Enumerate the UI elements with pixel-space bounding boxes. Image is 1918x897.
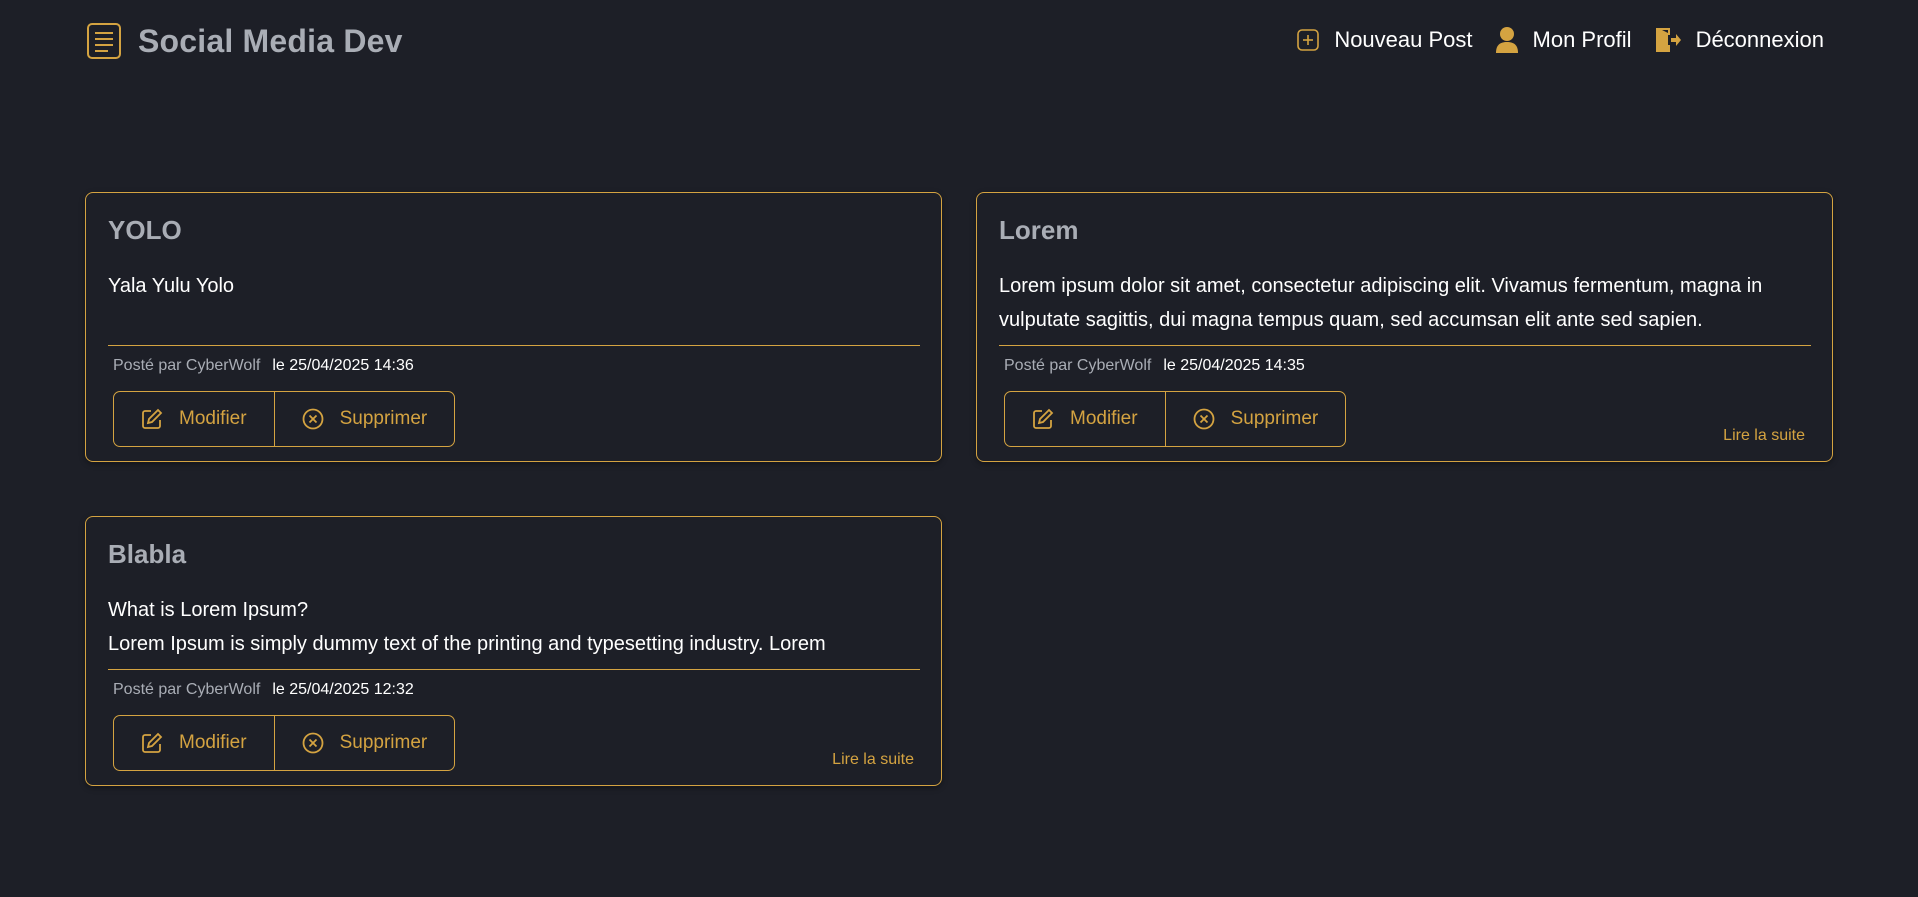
top-bar: Social Media Dev Nouveau Post Mon Profil — [0, 0, 1918, 84]
post-actions: Modifier Supprimer — [113, 715, 456, 771]
post-date: le 25/04/2025 14:35 — [1163, 357, 1305, 374]
post-title: Blabla — [108, 539, 187, 569]
divider — [108, 345, 920, 346]
list-logo-icon — [86, 22, 122, 60]
nav-new-post-label: Nouveau Post — [1334, 27, 1473, 52]
nav-new-post[interactable]: Nouveau Post — [1296, 27, 1473, 53]
user-icon — [1495, 26, 1519, 54]
post-actions: Modifier Supprimer — [1004, 391, 1347, 447]
brand[interactable]: Social Media Dev — [86, 22, 403, 60]
nav-profile-label: Mon Profil — [1532, 27, 1632, 52]
post-meta: Posté par CyberWolf le 25/04/2025 14:36 — [113, 357, 414, 375]
post-card: Blabla What is Lorem Ipsum? Lorem Ipsum … — [85, 516, 942, 786]
delete-button[interactable]: Supprimer — [273, 716, 455, 770]
nav-logout-label: Déconnexion — [1695, 27, 1824, 52]
door-exit-icon — [1654, 26, 1682, 54]
edit-button[interactable]: Modifier — [114, 716, 274, 770]
plus-square-icon — [1296, 28, 1320, 52]
post-title: Lorem — [999, 215, 1079, 245]
edit-button[interactable]: Modifier — [1005, 392, 1165, 446]
brand-name: Social Media Dev — [138, 22, 403, 59]
divider — [999, 345, 1811, 346]
post-meta: Posté par CyberWolf le 25/04/2025 14:35 — [1004, 357, 1305, 375]
post-card: Lorem Lorem ipsum dolor sit amet, consec… — [976, 192, 1833, 462]
nav-logout[interactable]: Déconnexion — [1654, 26, 1824, 54]
edit-icon — [1032, 408, 1054, 430]
post-author: Posté par CyberWolf — [1004, 357, 1152, 374]
delete-button-label: Supprimer — [339, 408, 428, 429]
close-circle-icon — [1193, 408, 1215, 430]
post-meta: Posté par CyberWolf le 25/04/2025 12:32 — [113, 681, 414, 699]
nav-profile[interactable]: Mon Profil — [1495, 26, 1632, 54]
edit-button-label: Modifier — [179, 408, 247, 429]
edit-button[interactable]: Modifier — [114, 392, 274, 446]
delete-button-label: Supprimer — [339, 732, 428, 753]
edit-button-label: Modifier — [1070, 408, 1138, 429]
delete-button[interactable]: Supprimer — [1164, 392, 1346, 446]
post-date: le 25/04/2025 12:32 — [272, 681, 414, 698]
post-card: YOLO Yala Yulu Yolo Posté par CyberWolf … — [85, 192, 942, 462]
post-body: Yala Yulu Yolo — [108, 275, 235, 297]
close-circle-icon — [302, 408, 324, 430]
close-circle-icon — [302, 732, 324, 754]
post-author: Posté par CyberWolf — [113, 357, 261, 374]
edit-icon — [141, 732, 163, 754]
post-date: le 25/04/2025 14:36 — [272, 357, 414, 374]
read-more-link[interactable]: Lire la suite — [832, 751, 914, 769]
read-more-link[interactable]: Lire la suite — [1723, 427, 1805, 445]
post-author: Posté par CyberWolf — [113, 681, 261, 698]
edit-icon — [141, 408, 163, 430]
post-body: What is Lorem Ipsum? Lorem Ipsum is simp… — [108, 599, 826, 655]
main-nav: Nouveau Post Mon Profil Déconnexion — [1296, 26, 1824, 54]
delete-button[interactable]: Supprimer — [273, 392, 455, 446]
post-actions: Modifier Supprimer — [113, 391, 456, 447]
post-title: YOLO — [108, 215, 182, 245]
divider — [108, 669, 920, 670]
delete-button-label: Supprimer — [1230, 408, 1319, 429]
post-body: Lorem ipsum dolor sit amet, consectetur … — [999, 275, 1763, 331]
edit-button-label: Modifier — [179, 732, 247, 753]
